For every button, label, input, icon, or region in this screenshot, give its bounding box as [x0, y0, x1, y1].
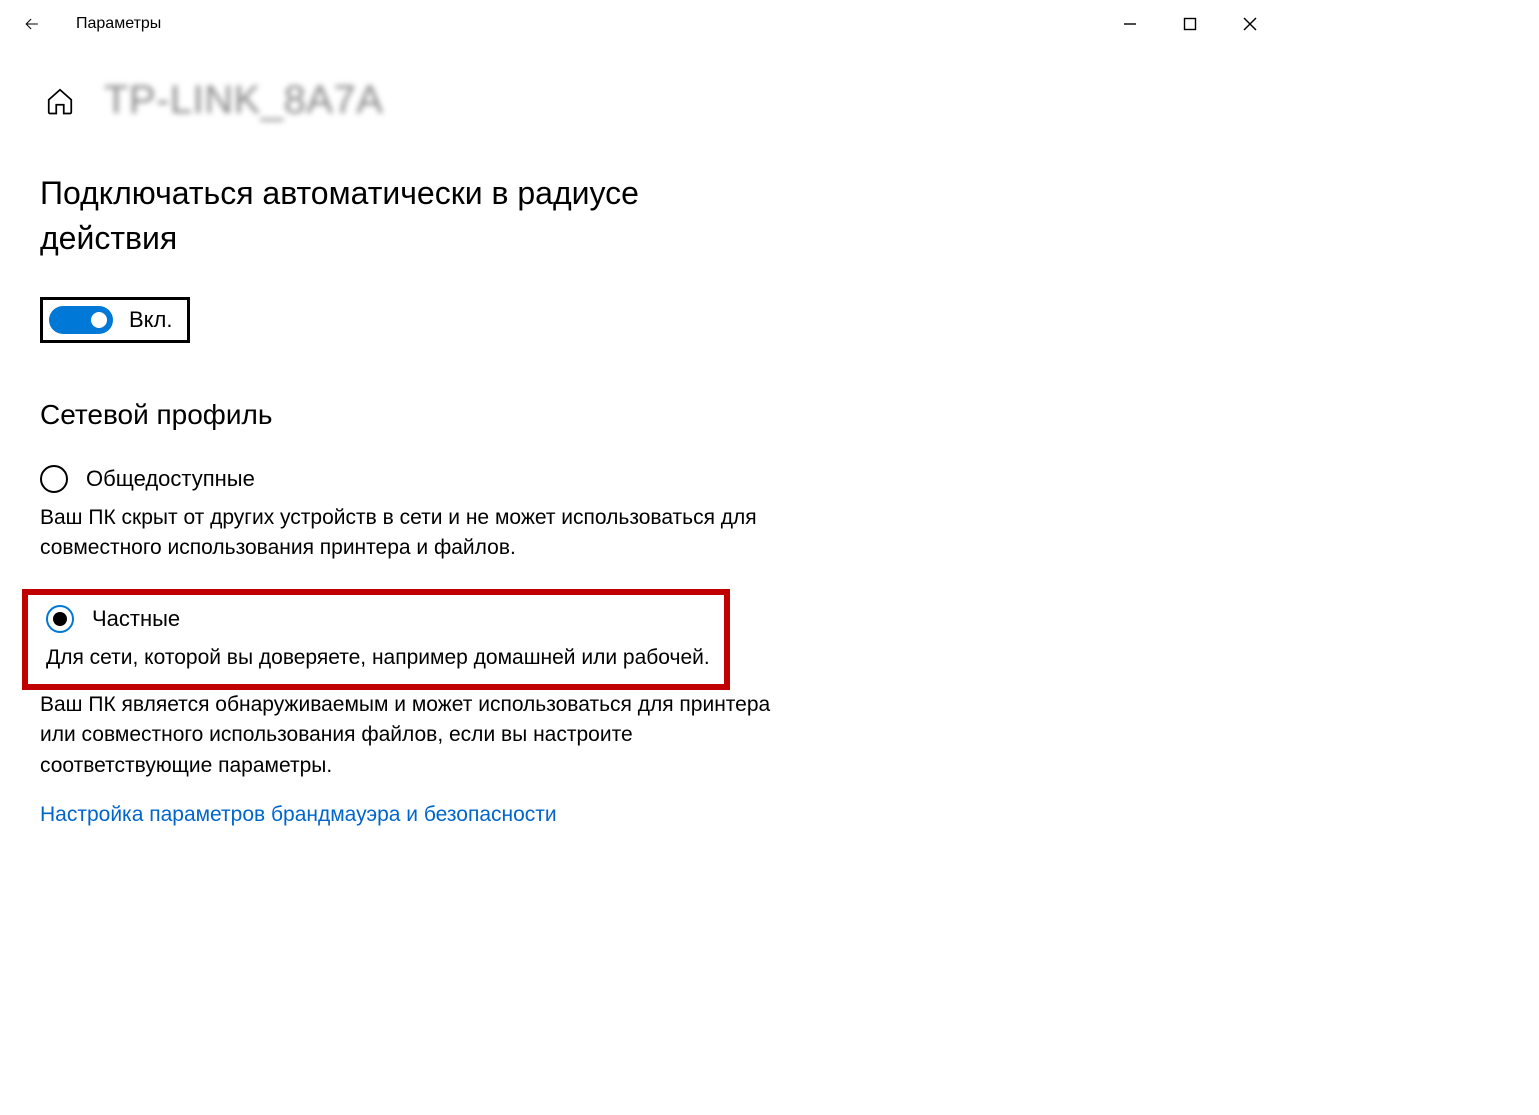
titlebar-left: Параметры [12, 4, 161, 44]
maximize-icon [1183, 17, 1197, 31]
radio-label-private: Частные [92, 606, 180, 632]
firewall-settings-link[interactable]: Настройка параметров брандмауэра и безоп… [40, 803, 557, 827]
home-button[interactable] [40, 81, 80, 121]
radio-inner-dot [53, 612, 67, 626]
titlebar: Параметры [0, 0, 1280, 48]
minimize-button[interactable] [1100, 4, 1160, 44]
network-name: TP-LINK_8A7A [104, 78, 383, 123]
toggle-state-label: Вкл. [129, 307, 173, 333]
toggle-knob [91, 312, 107, 328]
arrow-left-icon [22, 14, 42, 34]
radio-label-public: Общедоступные [86, 466, 255, 492]
radio-desc-private-line1: Для сети, которой вы доверяете, например… [46, 643, 710, 673]
content: TP-LINK_8A7A Подключаться автоматически … [0, 48, 1280, 827]
back-button[interactable] [12, 4, 52, 44]
page-header: TP-LINK_8A7A [40, 78, 1240, 123]
auto-connect-toggle-wrap: Вкл. [40, 297, 190, 343]
radio-desc-private-rest: Ваш ПК является обнаруживаемым и может и… [40, 690, 780, 781]
maximize-button[interactable] [1160, 4, 1220, 44]
radio-icon [40, 465, 68, 493]
auto-connect-toggle[interactable] [49, 306, 113, 334]
radio-desc-public: Ваш ПК скрыт от других устройств в сети … [40, 503, 780, 564]
radio-private[interactable]: Частные [46, 605, 710, 633]
minimize-icon [1123, 17, 1137, 31]
close-icon [1243, 17, 1257, 31]
highlight-annotation: Частные Для сети, которой вы доверяете, … [22, 589, 730, 689]
home-icon [45, 86, 75, 116]
network-profile-heading: Сетевой профиль [40, 399, 1240, 431]
auto-connect-heading: Подключаться автоматически в радиусе дей… [40, 171, 660, 261]
radio-public[interactable]: Общедоступные [40, 465, 1240, 493]
app-title: Параметры [76, 15, 161, 33]
radio-icon-selected [46, 605, 74, 633]
close-button[interactable] [1220, 4, 1280, 44]
window-controls [1100, 4, 1280, 44]
